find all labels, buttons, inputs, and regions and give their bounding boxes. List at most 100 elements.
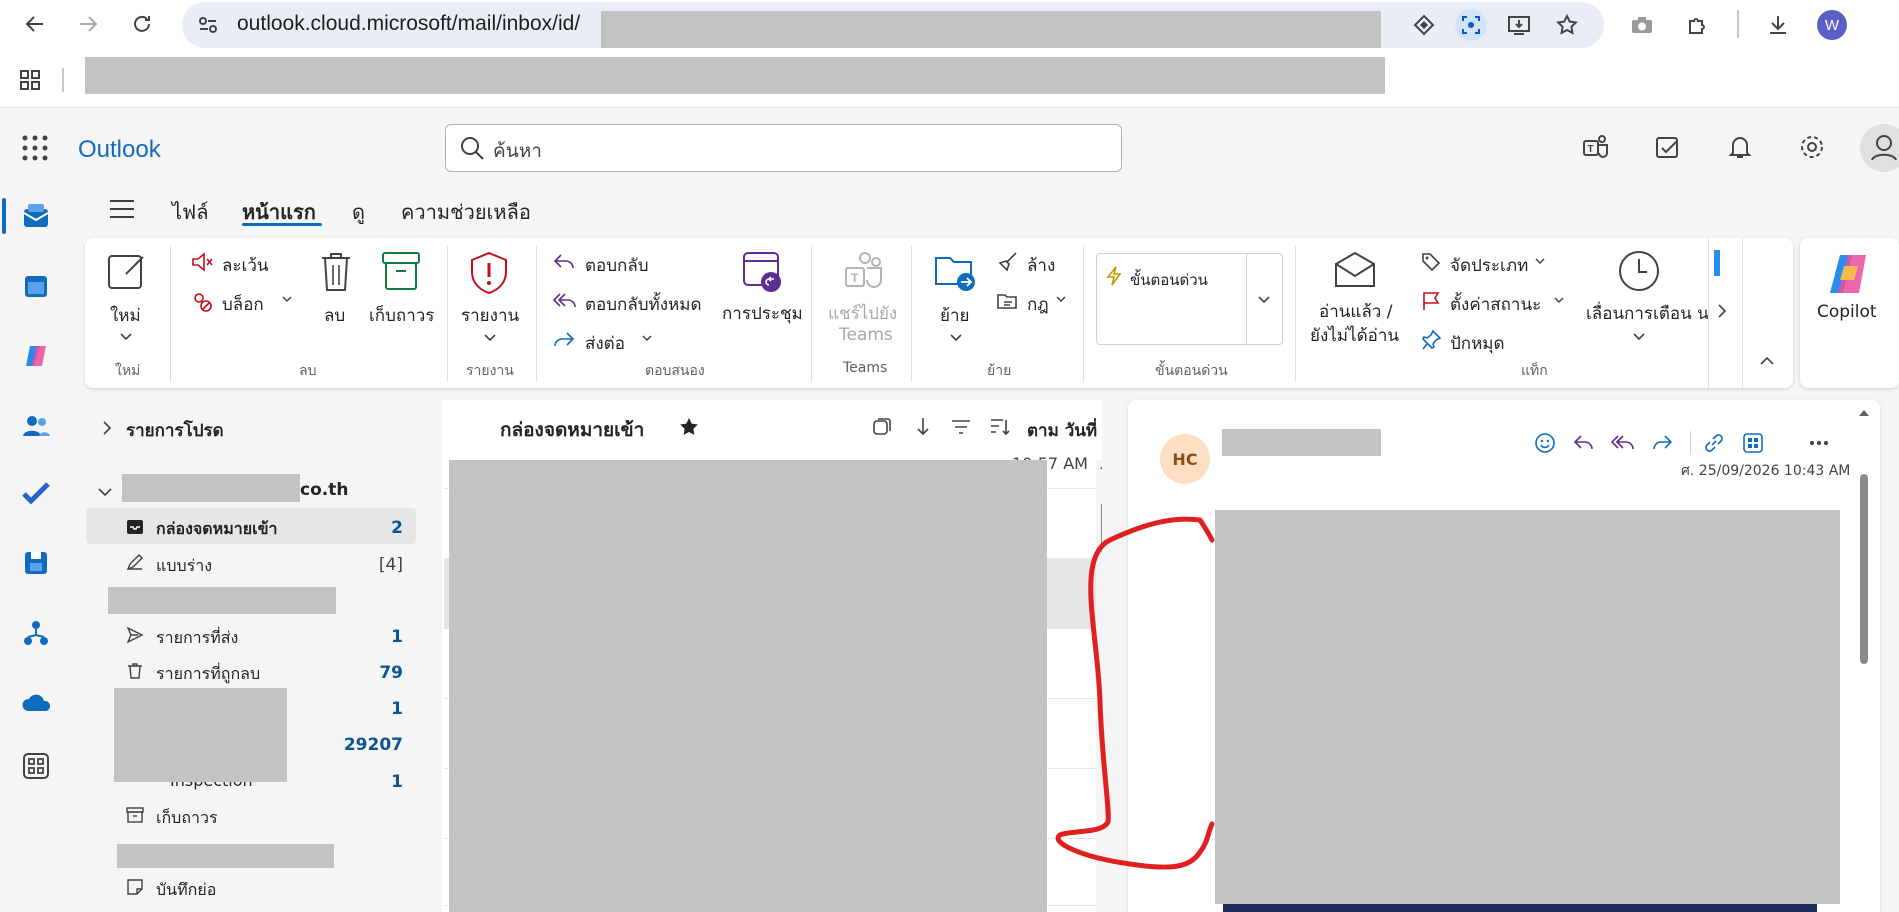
snooze-button[interactable]: เลื่อนการเตือน น [1586,300,1709,327]
account-avatar[interactable] [1860,124,1899,172]
onedrive-icon[interactable] [18,685,54,721]
block-button[interactable]: บล็อก [222,291,264,318]
more-options-icon[interactable] [1804,428,1834,458]
search-input[interactable]: ค้นหา [493,136,542,166]
extensions-icon[interactable] [1682,9,1714,41]
quick-steps-chevron-icon[interactable] [1257,295,1271,305]
task-check-icon[interactable] [1654,133,1682,161]
reading-scroll-thumb[interactable] [1860,474,1868,664]
reply-button[interactable]: ตอบกลับ [585,252,649,279]
download-icon[interactable] [1762,9,1794,41]
teams-icon[interactable]: T [1581,133,1609,161]
folder-inbox[interactable]: กล่องจดหมายเข้า [156,517,278,542]
bell-icon[interactable] [1726,133,1754,161]
flag-chevron-icon[interactable] [1553,296,1565,306]
quick-steps-gallery[interactable] [1096,253,1283,345]
inbox-icon [126,518,144,536]
settings-gear-icon[interactable] [1798,133,1826,161]
ribbon-collapse-icon[interactable] [1759,355,1775,367]
calendar-icon[interactable] [18,268,54,304]
read-unread-button[interactable]: อ่านแล้ว / [1319,298,1392,325]
ignore-button[interactable]: ละเว้น [222,252,269,279]
new-button[interactable]: ใหม่ [110,302,141,329]
folder-archive[interactable]: เก็บถาวร [156,806,218,831]
sort-by-date[interactable]: ตาม วันที่ [1027,417,1097,444]
tab-view[interactable]: ดู [352,196,365,228]
site-info-icon[interactable] [192,9,224,41]
account-domain[interactable]: co.th [300,480,348,500]
forward-button[interactable]: ส่งต่อ [585,330,625,357]
search-box[interactable] [445,124,1122,172]
folder-drafts[interactable]: แบบร่าง [156,554,212,579]
apps-view-icon[interactable] [1738,428,1768,458]
tab-help[interactable]: ความช่วยเหลือ [401,196,531,228]
app-title[interactable]: Outlook [78,136,161,164]
copilot-icon[interactable] [18,338,54,374]
tab-file[interactable]: ไฟล์ [172,196,208,228]
emoji-reaction-icon[interactable] [1530,428,1560,458]
pin-button[interactable]: ปักหมุด [1450,330,1505,357]
copilot-button[interactable]: Copilot [1817,302,1877,322]
snooze-chevron-icon[interactable] [1632,332,1646,342]
hamburger-icon[interactable] [108,196,136,222]
categorize-button[interactable]: จัดประเภท [1450,252,1528,279]
profile-avatar[interactable]: W [1817,10,1847,40]
new-mail-icon[interactable] [106,250,148,292]
archive-button[interactable]: เก็บถาวร [369,302,434,329]
app-launcher-icon[interactable] [20,133,50,163]
select-mode-icon[interactable] [872,417,892,437]
move-button[interactable]: ย้าย [940,302,969,329]
apps-grid-icon[interactable] [14,64,46,96]
install-app-icon[interactable] [1503,9,1535,41]
meeting-button[interactable]: การประชุม [722,300,803,327]
sweep-button[interactable]: ล้าง [1027,252,1055,279]
new-dropdown-chevron-icon[interactable] [119,332,133,342]
rules-chevron-icon[interactable] [1055,295,1067,305]
filter-icon[interactable] [950,418,972,436]
reply-all-icon[interactable] [1608,428,1638,458]
lens-icon[interactable] [1455,9,1487,41]
folder-notes[interactable]: บันทึกย่อ [156,878,216,903]
org-icon[interactable] [18,615,54,651]
folder-sent[interactable]: รายการที่ส่ง [156,626,238,651]
people-icon[interactable] [18,408,54,444]
reading-scroll-up-icon[interactable] [1858,408,1870,418]
todo-icon[interactable] [18,475,54,511]
delete-button[interactable]: ลบ [324,302,345,329]
reply-icon[interactable] [1569,428,1599,458]
folder-deleted[interactable]: รายการที่ถูกลบ [156,662,260,687]
sort-icon[interactable] [989,417,1011,437]
share-to-teams-button[interactable]: แชร์ไปยัง [828,300,897,327]
forward-icon[interactable] [1647,428,1677,458]
account-chevron-icon[interactable] [97,486,113,498]
favorites-header[interactable]: รายการโปรด [126,417,224,444]
mail-icon[interactable] [18,198,54,234]
rules-button[interactable]: กฎ [1027,291,1049,318]
forward-chevron-icon[interactable] [641,334,653,344]
redacted-url [601,11,1381,48]
toolbar-divider [1737,10,1739,38]
favorite-star-icon[interactable] [678,416,700,438]
sender-avatar[interactable]: HC [1160,434,1210,484]
report-button[interactable]: รายงาน [461,302,519,329]
forward-icon[interactable] [72,8,104,40]
files-icon[interactable] [18,545,54,581]
link-icon[interactable] [1699,428,1729,458]
jump-to-icon[interactable] [914,416,932,438]
quick-step-item[interactable]: ขั้นตอนด่วน [1130,268,1208,292]
flag-button[interactable]: ตั้งค่าสถานะ [1450,291,1541,318]
report-chevron-icon[interactable] [483,333,497,343]
reply-all-button[interactable]: ตอบกลับทั้งหมด [585,291,702,318]
url-text[interactable]: outlook.cloud.microsoft/mail/inbox/id/ [237,12,580,36]
more-apps-icon[interactable] [18,748,54,784]
move-chevron-icon[interactable] [949,333,963,343]
block-chevron-icon[interactable] [281,295,293,305]
back-icon[interactable] [19,8,51,40]
favorites-chevron-icon[interactable] [101,420,113,436]
categorize-chevron-icon[interactable] [1534,257,1546,267]
reload-icon[interactable] [126,8,158,40]
ribbon-scroll-right-icon[interactable] [1716,303,1728,319]
bookmark-star-icon[interactable] [1551,9,1583,41]
extension-diamond-icon[interactable] [1408,9,1440,41]
camera-icon[interactable] [1626,9,1658,41]
